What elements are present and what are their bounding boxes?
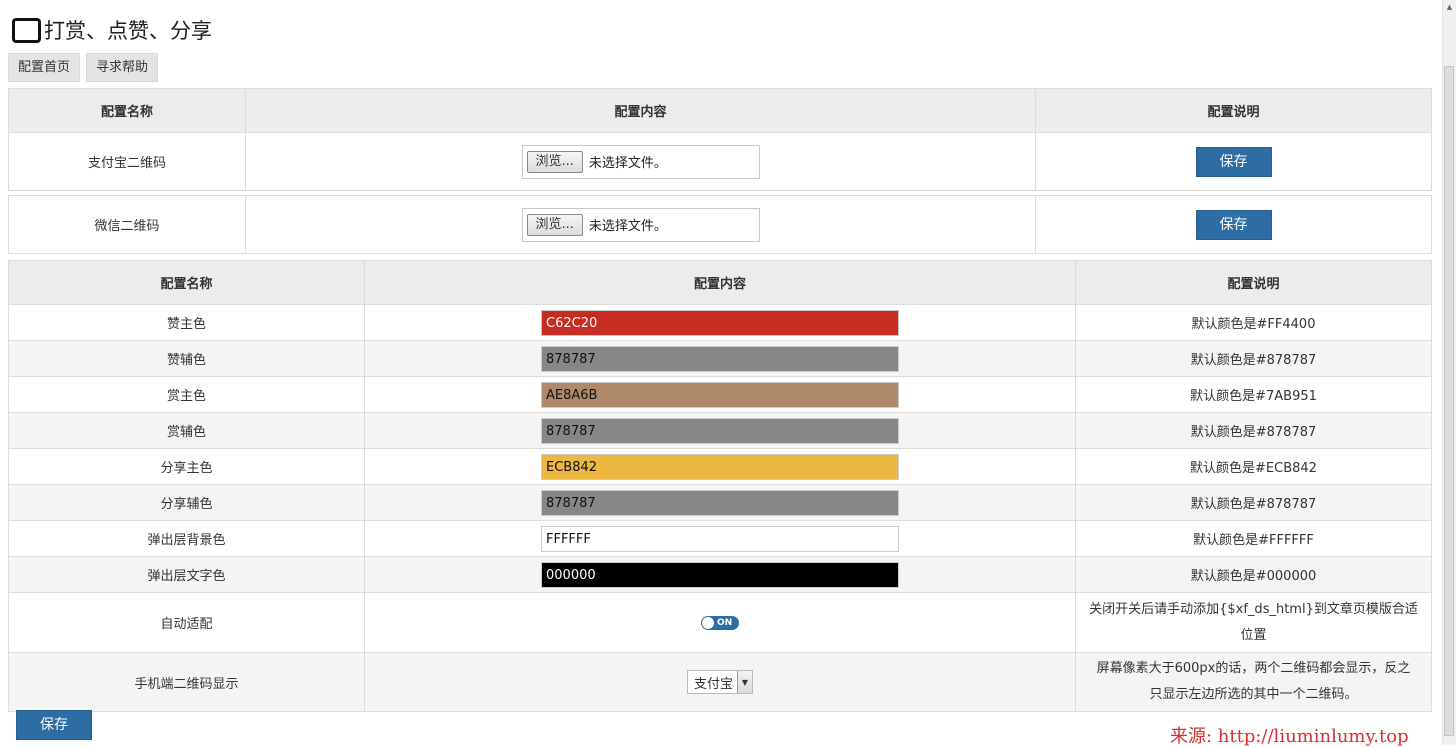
- row-label: 分享辅色: [8, 484, 365, 521]
- row-note: 默认颜色是#FFFFFF: [1075, 520, 1432, 557]
- color-input[interactable]: 000000: [541, 561, 899, 588]
- save-wechat-button[interactable]: 保存: [1195, 209, 1272, 240]
- row-note: 默认颜色是#878787: [1075, 340, 1432, 377]
- table-row: 自动适配 ON 关闭开关后请手动添加{$xf_ds_html}到文章页模版合适 …: [8, 592, 1432, 653]
- row-label: 赞辅色: [8, 340, 365, 377]
- row-label: 弹出层背景色: [8, 520, 365, 557]
- file-status: 未选择文件。: [588, 156, 667, 171]
- row-note: 默认颜色是#878787: [1075, 412, 1432, 449]
- color-input[interactable]: AE8A6B: [541, 381, 899, 408]
- table-row: 赞辅色 878787 默认颜色是#878787: [8, 340, 1432, 377]
- table-row: 微信二维码 浏览... 未选择文件。 保存: [8, 195, 1432, 254]
- source-caption: 来源: http://liuminlumy.top: [1170, 726, 1409, 747]
- note-line: 位置: [1240, 627, 1267, 643]
- auto-fit-toggle[interactable]: ON: [701, 615, 739, 630]
- row-note: 默认颜色是#000000: [1075, 556, 1432, 593]
- note-line: 关闭开关后请手动添加{$xf_ds_html}到文章页模版合适: [1089, 601, 1418, 617]
- alipay-qr-file-input[interactable]: 浏览... 未选择文件。: [521, 144, 760, 179]
- window-icon: [12, 17, 41, 43]
- table-row: 手机端二维码显示 支付宝 ▼ 屏幕像素大于600px的话，两个二维码都会显示，反…: [8, 652, 1432, 712]
- header-config-name: 配置名称: [8, 88, 246, 133]
- save-alipay-button[interactable]: 保存: [1195, 146, 1272, 177]
- browse-button[interactable]: 浏览...: [526, 213, 583, 236]
- upload-table-alipay: 配置名称 配置内容 配置说明 支付宝二维码 浏览... 未选择文件。 保存: [8, 88, 1432, 191]
- chevron-down-icon[interactable]: ▼: [737, 671, 752, 693]
- row-note: 默认颜色是#ECB842: [1075, 448, 1432, 485]
- header-config-name: 配置名称: [8, 260, 365, 305]
- row-label: 赞主色: [8, 304, 365, 341]
- scrollbar-thumb[interactable]: [1444, 66, 1454, 736]
- page-title: 打赏、点赞、分享: [44, 19, 212, 43]
- row-note: 屏幕像素大于600px的话，两个二维码都会显示，反之 只显示左边所选的其中一个二…: [1075, 652, 1432, 712]
- row-label: 赏辅色: [8, 412, 365, 449]
- color-input[interactable]: 878787: [541, 417, 899, 444]
- row-note: 默认颜色是#7AB951: [1075, 376, 1432, 413]
- color-input[interactable]: 878787: [541, 345, 899, 372]
- header-config-desc: 配置说明: [1075, 260, 1432, 305]
- row-label: 支付宝二维码: [8, 132, 246, 191]
- table-row: 弹出层背景色 FFFFFF 默认颜色是#FFFFFF: [8, 520, 1432, 557]
- row-label: 手机端二维码显示: [8, 652, 365, 712]
- wechat-qr-file-input[interactable]: 浏览... 未选择文件。: [521, 207, 760, 242]
- select-value: 支付宝: [693, 676, 733, 692]
- page-header: 打赏、点赞、分享: [12, 14, 212, 46]
- header-config-desc: 配置说明: [1035, 88, 1432, 133]
- color-input[interactable]: 878787: [541, 489, 899, 516]
- row-label: 微信二维码: [8, 195, 246, 254]
- upload-table-wechat: 微信二维码 浏览... 未选择文件。 保存: [8, 195, 1432, 254]
- table-row: 支付宝二维码 浏览... 未选择文件。 保存: [8, 132, 1432, 191]
- row-label: 自动适配: [8, 592, 365, 653]
- table-row: 弹出层文字色 000000 默认颜色是#000000: [8, 556, 1432, 593]
- row-note: 默认颜色是#FF4400: [1075, 304, 1432, 341]
- settings-table: 配置名称 配置内容 配置说明 赞主色 C62C20 默认颜色是#FF4400 赞辅色 8…: [8, 260, 1432, 712]
- table-row: 赏辅色 878787 默认颜色是#878787: [8, 412, 1432, 449]
- note-line: 只显示左边所选的其中一个二维码。: [1149, 687, 1358, 702]
- table-row: 赞主色 C62C20 默认颜色是#FF4400: [8, 304, 1432, 341]
- row-label: 赏主色: [8, 376, 365, 413]
- toggle-knob: [702, 616, 714, 629]
- header-config-content: 配置内容: [245, 88, 1036, 133]
- table-row: 分享辅色 878787 默认颜色是#878787: [8, 484, 1432, 521]
- browse-button[interactable]: 浏览...: [526, 150, 583, 173]
- tab-bar: 配置首页 寻求帮助: [8, 53, 159, 82]
- header-config-content: 配置内容: [364, 260, 1076, 305]
- row-label: 弹出层文字色: [8, 556, 365, 593]
- color-input[interactable]: C62C20: [541, 309, 899, 336]
- table-row: 赏主色 AE8A6B 默认颜色是#7AB951: [8, 376, 1432, 413]
- row-label: 分享主色: [8, 448, 365, 485]
- scroll-up-icon[interactable]: ▲: [1443, 0, 1456, 14]
- color-input[interactable]: ECB842: [541, 453, 899, 480]
- note-line: 屏幕像素大于600px的话，两个二维码都会显示，反之: [1096, 661, 1411, 676]
- row-note: 关闭开关后请手动添加{$xf_ds_html}到文章页模版合适 位置: [1075, 592, 1432, 653]
- color-input[interactable]: FFFFFF: [541, 525, 899, 552]
- scrollbar[interactable]: ▲: [1442, 0, 1456, 745]
- tab-help[interactable]: 寻求帮助: [86, 53, 159, 82]
- table-row: 分享主色 ECB842 默认颜色是#ECB842: [8, 448, 1432, 485]
- mobile-qr-select[interactable]: 支付宝 ▼: [686, 670, 753, 694]
- row-note: 默认颜色是#878787: [1075, 484, 1432, 521]
- toggle-label: ON: [717, 617, 733, 628]
- save-button[interactable]: 保存: [16, 710, 92, 740]
- tab-config-home[interactable]: 配置首页: [8, 53, 81, 82]
- file-status: 未选择文件。: [588, 219, 667, 234]
